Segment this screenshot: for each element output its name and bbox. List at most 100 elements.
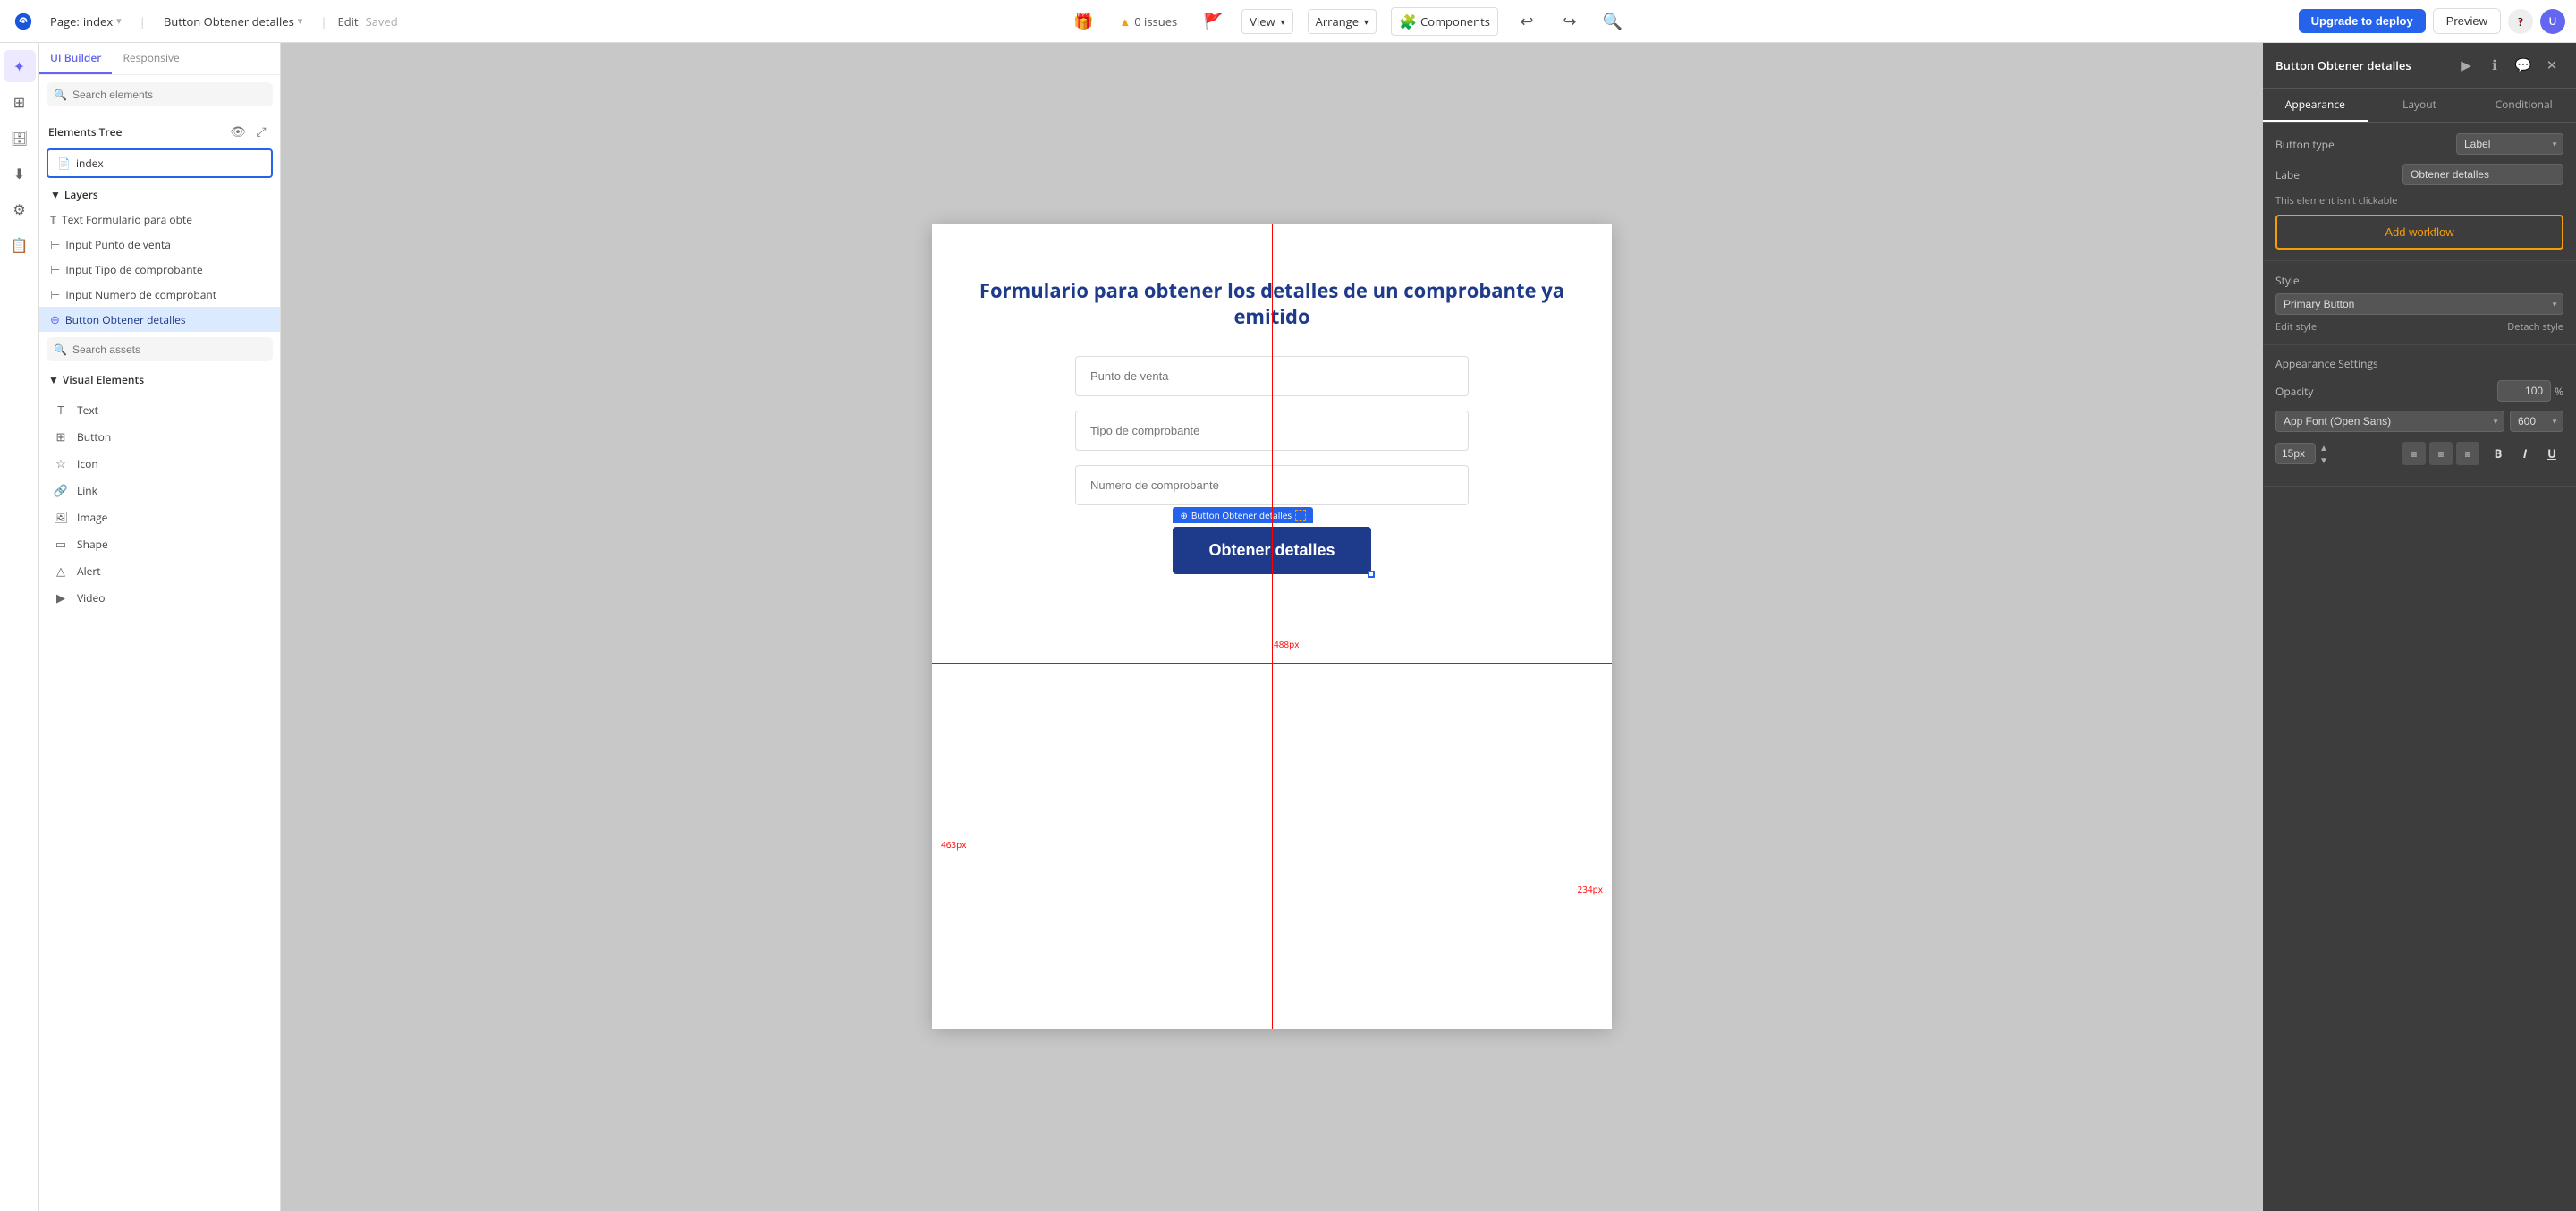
layers-header[interactable]: ▼ Layers bbox=[39, 182, 280, 207]
components-label: Components bbox=[1420, 13, 1490, 30]
logo[interactable] bbox=[11, 9, 36, 34]
visual-element-shape[interactable]: ▭ Shape bbox=[47, 530, 273, 557]
info-btn[interactable]: ℹ bbox=[2483, 54, 2506, 77]
canvas-page[interactable]: 488px 463px 234px Formulario para obtene… bbox=[932, 224, 1612, 1029]
opacity-row: Opacity % bbox=[2275, 380, 2563, 402]
sidebar-icon-pages[interactable]: ⊞ bbox=[4, 86, 36, 118]
not-clickable-text: This element isn't clickable bbox=[2275, 194, 2563, 207]
font-select[interactable]: App Font (Open Sans) bbox=[2275, 411, 2504, 432]
visual-element-video[interactable]: ▶ Video bbox=[47, 584, 273, 611]
tab-layout[interactable]: Layout bbox=[2368, 89, 2472, 122]
edit-label[interactable]: Edit bbox=[337, 13, 358, 30]
opacity-control: % bbox=[2497, 380, 2563, 402]
sidebar-icon-ui-builder[interactable]: ✦ bbox=[4, 50, 36, 82]
font-select-wrapper: App Font (Open Sans) bbox=[2275, 411, 2504, 432]
visual-element-link[interactable]: 🔗 Link bbox=[47, 477, 273, 504]
play-btn[interactable]: ▶ bbox=[2454, 54, 2478, 77]
flag-btn[interactable]: 🚩 bbox=[1199, 7, 1227, 36]
search-assets-input[interactable] bbox=[72, 343, 266, 356]
add-workflow-button[interactable]: Add workflow bbox=[2275, 215, 2563, 250]
input-tipo-comprobante[interactable] bbox=[1075, 411, 1469, 451]
input-numero-comprobante[interactable] bbox=[1075, 465, 1469, 505]
visual-element-icon[interactable]: ☆ Icon bbox=[47, 450, 273, 477]
tab-ui-builder[interactable]: UI Builder bbox=[39, 43, 112, 74]
tab-appearance[interactable]: Appearance bbox=[2263, 89, 2368, 122]
obtener-detalles-button[interactable]: Obtener detalles bbox=[1173, 527, 1370, 574]
visual-element-image[interactable]: 🖼 Image bbox=[47, 504, 273, 530]
eye-btn[interactable]: 👁 bbox=[228, 122, 248, 141]
sidebar-icon-settings[interactable]: ⚙ bbox=[4, 193, 36, 225]
issues-btn[interactable]: ▲ 0 issues bbox=[1112, 10, 1184, 33]
upgrade-btn[interactable]: Upgrade to deploy bbox=[2299, 9, 2426, 33]
font-size-down[interactable]: ▼ bbox=[2319, 453, 2328, 466]
index-item[interactable]: 📄 index bbox=[47, 148, 273, 178]
detach-style-label[interactable]: Detach style bbox=[2507, 320, 2563, 334]
avatar[interactable]: U bbox=[2540, 9, 2565, 34]
text-format-row: ▲ ▼ ≡ ≡ ≡ B I U bbox=[2275, 441, 2563, 466]
align-right-btn[interactable]: ≡ bbox=[2456, 442, 2479, 465]
font-size-input[interactable] bbox=[2275, 443, 2316, 464]
edit-style-label[interactable]: Edit style bbox=[2275, 320, 2317, 334]
right-panel-header: Button Obtener detalles ▶ ℹ 💬 ✕ bbox=[2263, 43, 2576, 89]
page-selector[interactable]: Page: index ▾ bbox=[43, 10, 129, 33]
search-btn[interactable]: 🔍 bbox=[1598, 7, 1627, 36]
sidebar-icon-logs[interactable]: 📋 bbox=[4, 229, 36, 261]
component-dropdown-icon: ▾ bbox=[298, 14, 303, 28]
visual-elements-header[interactable]: ▼ Visual Elements bbox=[39, 367, 280, 393]
search-elements-input[interactable] bbox=[72, 89, 266, 101]
button-type-select[interactable]: Label bbox=[2456, 133, 2563, 155]
dim-label-463: 463px bbox=[941, 838, 967, 851]
tab-conditional[interactable]: Conditional bbox=[2471, 89, 2576, 122]
style-select[interactable]: Primary Button bbox=[2275, 293, 2563, 315]
align-buttons: ≡ ≡ ≡ bbox=[2402, 442, 2479, 465]
components-btn[interactable]: 🧩 Components bbox=[1391, 7, 1498, 36]
visual-element-alert[interactable]: △ Alert bbox=[47, 557, 273, 584]
search-elements-box[interactable]: 🔍 bbox=[47, 82, 273, 106]
bold-btn[interactable]: B bbox=[2487, 442, 2510, 465]
view-label: View bbox=[1250, 13, 1275, 30]
tree-item-button-obtener[interactable]: ⊕ Button Obtener detalles bbox=[39, 307, 280, 332]
tree-item-input-numero[interactable]: ⊢ Input Numero de comprobant bbox=[39, 282, 280, 307]
preview-btn[interactable]: Preview bbox=[2433, 8, 2501, 34]
expand-btn[interactable]: ⤢ bbox=[251, 122, 271, 141]
elements-tree-title: Elements Tree bbox=[48, 124, 122, 140]
font-size-up[interactable]: ▲ bbox=[2319, 441, 2328, 453]
tree-item-label: Text Formulario para obte bbox=[62, 212, 192, 227]
page-label: Page: bbox=[50, 13, 80, 30]
canvas[interactable]: 488px 463px 234px Formulario para obtene… bbox=[281, 43, 2263, 1211]
button-type-label: Button type bbox=[2275, 137, 2334, 152]
issues-count: 0 issues bbox=[1134, 13, 1177, 30]
align-left-btn[interactable]: ≡ bbox=[2402, 442, 2426, 465]
align-center-btn[interactable]: ≡ bbox=[2429, 442, 2453, 465]
tab-responsive[interactable]: Responsive bbox=[112, 43, 190, 74]
help-btn[interactable]: ? ● bbox=[2508, 9, 2533, 34]
sidebar-icon-data[interactable]: 🗄 bbox=[4, 122, 36, 154]
text-icon: T bbox=[52, 401, 70, 419]
elements-tree-actions: 👁 ⤢ bbox=[228, 122, 271, 141]
underline-btn[interactable]: U bbox=[2540, 442, 2563, 465]
visual-element-button[interactable]: ⊞ Button bbox=[47, 423, 273, 450]
tree-item-input-tipo[interactable]: ⊢ Input Tipo de comprobante bbox=[39, 257, 280, 282]
view-btn[interactable]: View ▾ bbox=[1241, 9, 1292, 34]
visual-element-text[interactable]: T Text bbox=[47, 396, 273, 423]
chat-btn[interactable]: 💬 bbox=[2512, 54, 2535, 77]
tree-item-input-punto[interactable]: ⊢ Input Punto de venta bbox=[39, 232, 280, 257]
font-weight-select[interactable]: 600 bbox=[2510, 411, 2563, 432]
tree-item-text-formulario[interactable]: T Text Formulario para obte bbox=[39, 207, 280, 232]
search-assets-box[interactable]: 🔍 bbox=[47, 337, 273, 361]
italic-btn[interactable]: I bbox=[2513, 442, 2537, 465]
arrange-btn[interactable]: Arrange ▾ bbox=[1308, 9, 1377, 34]
redo-btn[interactable]: ↪ bbox=[1555, 7, 1584, 36]
opacity-input[interactable] bbox=[2497, 380, 2551, 402]
image-icon: 🖼 bbox=[52, 508, 70, 526]
visual-element-label: Image bbox=[77, 510, 107, 525]
input-punto-de-venta[interactable] bbox=[1075, 356, 1469, 396]
button-resize-handle[interactable] bbox=[1368, 571, 1375, 578]
undo-btn[interactable]: ↩ bbox=[1513, 7, 1541, 36]
sidebar-icon-plugins[interactable]: ⬇ bbox=[4, 157, 36, 190]
component-selector[interactable]: Button Obtener detalles ▾ bbox=[157, 10, 309, 33]
close-btn[interactable]: ✕ bbox=[2540, 54, 2563, 77]
alert-icon: △ bbox=[52, 562, 70, 580]
gift-btn[interactable]: 🎁 bbox=[1069, 7, 1097, 36]
label-input[interactable] bbox=[2402, 164, 2563, 185]
